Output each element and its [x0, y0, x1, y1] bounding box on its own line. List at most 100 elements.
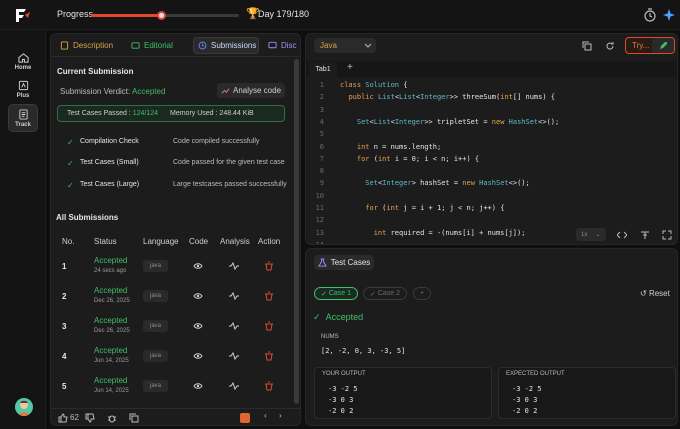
row-number: 3	[62, 322, 67, 331]
table-row[interactable]: 5 Accepted Jun 14, 2025 java	[51, 371, 293, 401]
code-line[interactable]: 11 for (int j = i + 1; j < n; j++) {	[306, 204, 666, 216]
row-date: Jun 14, 2025	[94, 388, 129, 394]
progress-bar	[91, 11, 239, 20]
verdict-value: Accepted	[132, 87, 166, 96]
line-number: 14	[315, 240, 324, 245]
book-icon	[60, 41, 69, 50]
progress-label: Progress	[57, 9, 94, 19]
code-line[interactable]: 14	[306, 240, 666, 245]
try-button[interactable]: Try...	[625, 37, 675, 54]
timer-icon[interactable]	[643, 8, 657, 22]
submissions-table-header: No. Status Language Code Analysis Action	[62, 237, 281, 246]
line-number: 1	[319, 81, 324, 89]
rail-label: Plus	[16, 92, 30, 99]
avatar-image	[18, 400, 30, 416]
line-number: 12	[315, 216, 324, 225]
code-line[interactable]: 12	[306, 216, 666, 228]
line-number: 2	[319, 93, 324, 102]
avatar[interactable]	[15, 398, 33, 416]
code-text: class Solution {	[340, 81, 408, 89]
flag-icon[interactable]	[240, 413, 250, 423]
progress-knob	[156, 11, 166, 20]
code-line[interactable]: 3	[306, 106, 666, 118]
code-text: Set<List<Integer>> tripletSet = new Hash…	[356, 117, 560, 126]
chevron-down-icon: ⌄	[595, 232, 601, 238]
zoom-select[interactable]: 1x ⌄	[576, 228, 606, 241]
delete-icon[interactable]	[264, 261, 274, 271]
rail-item-home[interactable]: Home	[8, 47, 38, 75]
activity-icon[interactable]	[229, 261, 239, 271]
next-icon[interactable]: ›	[279, 411, 282, 420]
code-line[interactable]: 2 public List<List<Integer>> threeSum(in…	[306, 93, 666, 105]
code-line[interactable]: 4 Set<List<Integer>> tripletSet = new Ha…	[306, 118, 666, 130]
row-number: 4	[62, 352, 67, 361]
table-row[interactable]: 4 Accepted Jun 14, 2025 java	[51, 341, 293, 371]
scrollbar[interactable]	[294, 59, 299, 404]
table-row[interactable]: 1 Accepted 24 secs ago java	[51, 251, 293, 281]
code-icon[interactable]	[617, 230, 627, 240]
line-number: 6	[319, 142, 324, 151]
format-icon[interactable]	[640, 230, 650, 240]
add-case-button[interactable]: +	[413, 287, 431, 300]
rocket-icon[interactable]	[652, 38, 674, 53]
tab-discussion[interactable]: Disc	[264, 37, 300, 54]
language-select[interactable]: Java	[314, 38, 376, 53]
app-logo[interactable]	[14, 6, 32, 24]
bug-icon[interactable]	[107, 413, 117, 423]
activity-icon[interactable]	[229, 291, 239, 301]
code-text: int required = -(nums[i] + nums[j]);	[373, 228, 526, 237]
copy-icon[interactable]	[129, 413, 139, 423]
code-line[interactable]: 5	[306, 130, 666, 142]
input-label: NUMS	[321, 334, 339, 340]
tab-test-cases[interactable]: Test Cases	[314, 255, 374, 270]
rail-item-plus[interactable]: Plus	[8, 75, 38, 103]
prev-icon[interactable]: ‹	[264, 411, 267, 420]
delete-icon[interactable]	[264, 381, 274, 391]
rail-item-track[interactable]: Track	[8, 104, 38, 132]
activity-icon[interactable]	[229, 351, 239, 361]
code-line[interactable]: 9 Set<Integer> hashSet = new HashSet<>()…	[306, 179, 666, 191]
code-line[interactable]: 13 int required = -(nums[i] + nums[j]);	[306, 229, 666, 241]
sparkle-icon[interactable]	[662, 8, 676, 22]
case-2-tab[interactable]: ✓ Case 2	[363, 287, 407, 300]
tab-file-1[interactable]: Tab1	[309, 62, 337, 77]
eye-icon[interactable]	[193, 261, 203, 271]
eye-icon[interactable]	[193, 291, 203, 301]
code-line[interactable]: 1 class Solution {	[306, 81, 666, 93]
activity-icon[interactable]	[229, 381, 239, 391]
thumbs-up-icon[interactable]	[58, 413, 68, 423]
editorial-icon	[131, 42, 140, 49]
code-line[interactable]: 10	[306, 192, 666, 204]
analyse-code-button[interactable]: Analyse code	[217, 83, 285, 98]
tab-submissions[interactable]: Submissions	[193, 37, 259, 54]
row-date: Jun 14, 2025	[94, 358, 129, 364]
tab-editorial[interactable]: Editorial	[127, 37, 187, 54]
eye-icon[interactable]	[193, 351, 203, 361]
code-line[interactable]: 6 int n = nums.length;	[306, 143, 666, 155]
delete-icon[interactable]	[264, 321, 274, 331]
your-output-box: YOUR OUTPUT -3 -2 5 -3 0 3 -2 0 2	[314, 367, 492, 419]
thumbs-down-icon[interactable]	[85, 413, 95, 423]
delete-icon[interactable]	[264, 291, 274, 301]
refresh-icon[interactable]	[605, 41, 615, 51]
table-row[interactable]: 2 Accepted Dec 26, 2025 java	[51, 281, 293, 311]
code-line[interactable]: 7 for (int i = 0; i < n; i++) {	[306, 155, 666, 167]
delete-icon[interactable]	[264, 351, 274, 361]
check-large: ✓ Test Cases (Large) Large testcases pas…	[67, 181, 287, 190]
table-row[interactable]: 3 Accepted Dec 26, 2025 java	[51, 311, 293, 341]
like-count: 62	[70, 413, 79, 422]
memory-stat: Memory Used : 248.44 KiB	[170, 110, 254, 117]
day-counter: Day 179/180	[258, 9, 310, 19]
eye-icon[interactable]	[193, 321, 203, 331]
activity-icon[interactable]	[229, 321, 239, 331]
left-footer: 62 ‹ ›	[51, 408, 300, 425]
expand-icon[interactable]	[662, 230, 672, 240]
code-line[interactable]: 8	[306, 167, 666, 179]
current-submission-title: Current Submission	[57, 67, 134, 76]
copy-icon[interactable]	[582, 41, 592, 51]
tab-description[interactable]: Description	[56, 37, 120, 54]
reset-button[interactable]: ↺ Reset	[640, 289, 670, 298]
eye-icon[interactable]	[193, 381, 203, 391]
add-tab-icon[interactable]: +	[347, 62, 353, 73]
case-1-tab[interactable]: ✓ Case 1	[314, 287, 358, 300]
